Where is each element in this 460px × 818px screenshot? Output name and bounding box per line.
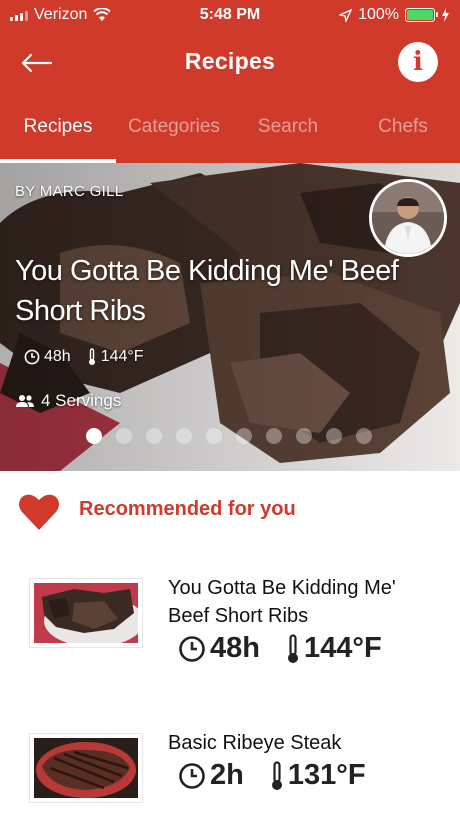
cook-temperature: 144°F: [87, 348, 144, 366]
featured-recipe-card[interactable]: BY MARC GILL You Gotta Be Kidding Me' Be…: [0, 163, 460, 471]
tab-search[interactable]: Search: [230, 116, 346, 138]
app-header: Verizon 5:48 PM 100% Recipes i Recipes C…: [0, 0, 460, 163]
location-arrow-icon: [339, 8, 353, 22]
clock-icon: [24, 349, 40, 365]
tab-recipes[interactable]: Recipes: [0, 116, 116, 138]
charging-bolt-icon: [442, 8, 449, 22]
carousel-dot[interactable]: [86, 428, 102, 444]
recipe-cook-time-value: 2h: [210, 759, 244, 791]
recipe-thumbnail: [29, 578, 143, 648]
carousel-dot[interactable]: [146, 428, 162, 444]
carousel-dots: [86, 428, 372, 444]
recipe-list-item[interactable]: Basic Ribeye Steak 2h 131°F: [0, 725, 460, 818]
navigation-bar: Recipes i: [0, 40, 460, 86]
featured-recipe-stats: 48h 144°F: [24, 348, 144, 366]
tab-categories[interactable]: Categories: [116, 116, 232, 138]
back-button[interactable]: [20, 48, 56, 78]
battery-level: [407, 10, 433, 20]
clock-icon: [179, 635, 205, 662]
battery-percent: 100%: [358, 6, 399, 23]
recipe-cook-time: 2h: [178, 759, 244, 792]
status-right: 100%: [339, 6, 450, 24]
people-icon: [16, 395, 34, 407]
chef-avatar[interactable]: [369, 179, 447, 257]
carousel-dot[interactable]: [236, 428, 252, 444]
recipe-title: You Gotta Be Kidding Me' Beef Short Ribs: [168, 577, 396, 627]
tab-chefs[interactable]: Chefs: [345, 116, 460, 138]
arrow-left-icon: [21, 53, 52, 73]
info-icon: i: [413, 47, 423, 77]
thermometer-icon: [88, 348, 95, 365]
info-button[interactable]: i: [398, 42, 438, 82]
recipe-temperature-value: 144°F: [303, 632, 382, 664]
heart-icon: [19, 494, 59, 530]
recipe-cook-time: 48h: [178, 632, 260, 665]
recipe-stats: 2h 131°F: [178, 759, 366, 792]
cook-time-value: 48h: [44, 348, 71, 365]
recipe-temperature: 144°F: [286, 632, 382, 665]
recipe-temperature: 131°F: [270, 759, 366, 792]
clock-icon: [179, 762, 205, 789]
page-title: Recipes: [184, 48, 276, 74]
thermometer-icon: [271, 760, 282, 790]
recommended-header: Recommended for you: [0, 488, 460, 536]
recommended-heading: Recommended for you: [79, 498, 296, 520]
recipe-stats: 48h 144°F: [178, 632, 382, 665]
recipe-title: Basic Ribeye Steak: [168, 732, 342, 754]
carousel-dot[interactable]: [206, 428, 222, 444]
ribeye-steak-photo: [34, 738, 138, 798]
thermometer-icon: [287, 633, 298, 663]
short-ribs-photo: [34, 583, 138, 643]
recipe-temperature-value: 131°F: [287, 759, 366, 791]
status-bar: Verizon 5:48 PM 100%: [0, 0, 460, 30]
carousel-dot[interactable]: [356, 428, 372, 444]
carousel-dot[interactable]: [296, 428, 312, 444]
servings: 4 Servings: [15, 391, 121, 411]
recipe-thumbnail: [29, 733, 143, 803]
featured-recipe-title: You Gotta Be Kidding Me' Beef Short Ribs: [15, 255, 399, 327]
cook-temperature-value: 144°F: [100, 348, 144, 365]
chef-photo: [372, 182, 444, 254]
chef-byline: BY MARC GILL: [15, 183, 124, 200]
recipe-cook-time-value: 48h: [210, 632, 260, 664]
recipe-list-item[interactable]: You Gotta Be Kidding Me' Beef Short Ribs…: [0, 570, 460, 690]
cook-time: 48h: [24, 348, 71, 366]
carousel-dot[interactable]: [326, 428, 342, 444]
carousel-dot[interactable]: [266, 428, 282, 444]
tab-bar: Recipes Categories Search Chefs: [0, 108, 460, 163]
battery-icon: [405, 8, 438, 22]
servings-value: 4 Servings: [41, 391, 122, 410]
carousel-dot[interactable]: [176, 428, 192, 444]
carousel-dot[interactable]: [116, 428, 132, 444]
